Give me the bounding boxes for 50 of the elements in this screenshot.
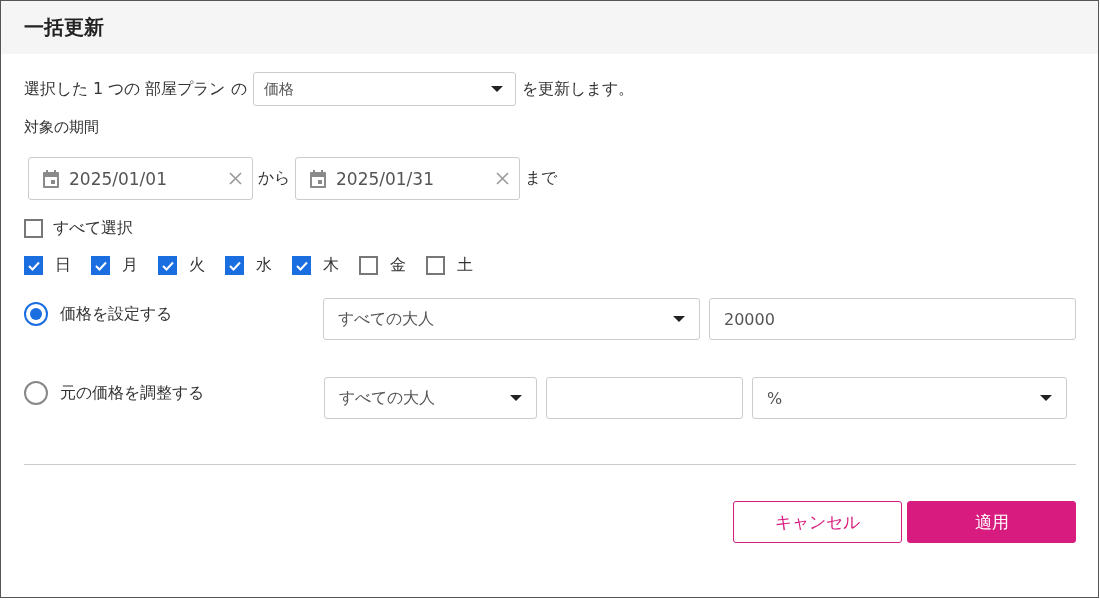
- range-connector: から: [258, 168, 290, 189]
- caret-icon: [510, 395, 522, 401]
- period-label: 対象の期間: [24, 118, 100, 137]
- input-field[interactable]: 20000: [709, 298, 1076, 340]
- intro-text: を更新します。: [521, 78, 634, 100]
- radio-label: 元の価格を調整する: [60, 382, 204, 404]
- checkbox[interactable]: [158, 256, 177, 275]
- field-select[interactable]: 価格: [252, 72, 516, 106]
- checkbox[interactable]: [24, 256, 43, 275]
- checkbox[interactable]: [426, 256, 445, 275]
- checkbox-label: 土: [457, 255, 473, 276]
- caret-icon: [673, 316, 685, 322]
- dropdown-field[interactable]: %: [752, 377, 1067, 419]
- select-value: すべての大人: [339, 387, 435, 409]
- checkbox-label: 火: [189, 255, 205, 276]
- checkbox[interactable]: [91, 256, 110, 275]
- input-field[interactable]: [546, 377, 743, 419]
- caret-icon: [1040, 395, 1052, 401]
- checkbox-label: 水: [256, 255, 272, 276]
- radio-button[interactable]: [24, 302, 48, 326]
- checkbox[interactable]: [292, 256, 311, 275]
- cancel-button[interactable]: キャンセル: [733, 501, 902, 543]
- checkbox-label: 日: [55, 255, 71, 276]
- clear-icon[interactable]: [229, 172, 242, 185]
- date-field[interactable]: 2025/01/31: [295, 157, 520, 200]
- dropdown-field[interactable]: すべての大人: [324, 377, 537, 419]
- apply-button[interactable]: 適用: [907, 501, 1076, 543]
- checkbox[interactable]: [225, 256, 244, 275]
- select-value: %: [767, 388, 783, 408]
- date-value: 2025/01/01: [69, 168, 168, 189]
- caret-icon: [490, 86, 503, 92]
- select-value: すべての大人: [338, 308, 434, 330]
- radio-button[interactable]: [24, 381, 48, 405]
- checkbox-label: すべて選択: [53, 218, 133, 239]
- date-field[interactable]: 2025/01/01: [28, 157, 253, 200]
- checkbox-label: 月: [122, 255, 138, 276]
- checkbox-label: 金: [390, 255, 406, 276]
- range-suffix: まで: [525, 168, 557, 189]
- calendar-icon: [43, 169, 59, 188]
- checkbox[interactable]: [24, 219, 43, 238]
- dropdown-field[interactable]: すべての大人: [323, 298, 700, 340]
- calendar-icon: [310, 169, 326, 188]
- intro-text: 選択した 1 つの 部屋プラン の: [24, 78, 247, 100]
- checkbox-label: 木: [323, 255, 339, 276]
- dialog-title: 一括更新: [24, 14, 104, 41]
- checkbox[interactable]: [359, 256, 378, 275]
- date-value: 2025/01/31: [336, 168, 435, 189]
- radio-label: 価格を設定する: [60, 303, 172, 325]
- clear-icon[interactable]: [496, 172, 509, 185]
- select-value: 価格: [263, 79, 294, 99]
